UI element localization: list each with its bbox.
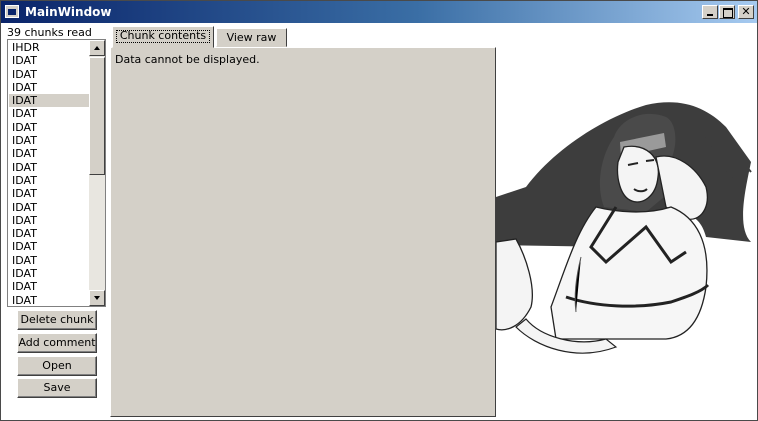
chunk-list-item[interactable]: IDAT [9,121,90,134]
chunk-list-item[interactable]: IDAT [9,267,90,280]
close-icon: ✕ [741,5,751,18]
scroll-thumb[interactable] [89,57,105,175]
tab-view-raw[interactable]: View raw [216,28,287,47]
open-button[interactable]: Open [17,356,97,376]
window-title: MainWindow [25,5,112,19]
chunk-list-item[interactable]: IDAT [9,254,90,267]
main-window: MainWindow ✕ 39 chunks read IHDR IDAT IDAT… [0,0,758,421]
chunk-list-item[interactable]: IDAT [9,240,90,253]
chunk-list-item[interactable]: IDAT [9,161,90,174]
chunk-list-item[interactable]: IDAT [9,227,90,240]
maximize-button[interactable] [719,5,735,19]
chunk-list-items: IHDR IDAT IDAT IDAT IDAT IDAT IDAT IDAT IDAT IDAT… [9,41,90,306]
panel-message: Data cannot be displayed. [115,53,260,66]
chunk-list[interactable]: IHDR IDAT IDAT IDAT IDAT IDAT IDAT IDAT IDAT IDAT… [7,39,106,307]
minimize-icon [707,14,713,16]
chunk-list-item[interactable]: IHDR [9,41,90,54]
minimize-button[interactable] [702,5,718,19]
chunk-list-item[interactable]: IDAT [9,187,90,200]
chunk-list-item[interactable]: IDAT [9,214,90,227]
illustration-image [496,102,752,354]
chunk-list-item[interactable]: IDAT [9,280,90,293]
app-icon [5,5,19,18]
tab-chunk-contents[interactable]: Chunk contents [112,26,214,48]
chunk-list-item[interactable]: IDAT [9,147,90,160]
close-button[interactable]: ✕ [738,5,754,19]
delete-chunk-button[interactable]: Delete chunk [17,310,97,330]
chunk-list-item[interactable]: IDAT [9,294,90,306]
chunk-contents-panel: Data cannot be displayed. [110,47,496,417]
chunk-list-item[interactable]: IDAT [9,134,90,147]
maximize-icon [723,8,733,18]
chunk-count-status: 39 chunks read [7,26,92,39]
chunk-list-item[interactable]: IDAT [9,68,90,81]
scroll-up-button[interactable] [89,40,105,56]
chunk-list-item[interactable]: IDAT [9,54,90,67]
chunk-list-item[interactable]: IDAT [9,174,90,187]
chunk-list-item[interactable]: IDAT [9,201,90,214]
chunk-list-scrollbar[interactable] [89,40,105,306]
chunk-list-item[interactable]: IDAT [9,107,90,120]
chunk-list-item[interactable]: IDAT [9,81,90,94]
save-button[interactable]: Save [17,378,97,398]
arrow-down-icon [94,296,100,300]
add-comment-button[interactable]: Add comment [17,333,97,353]
title-bar[interactable]: MainWindow ✕ [1,1,757,23]
focus-rect [116,30,210,43]
arrow-up-icon [94,46,100,50]
tab-view-raw-label: View raw [226,31,277,44]
chunk-list-item[interactable]: IDAT [9,94,90,108]
scroll-down-button[interactable] [89,290,105,306]
